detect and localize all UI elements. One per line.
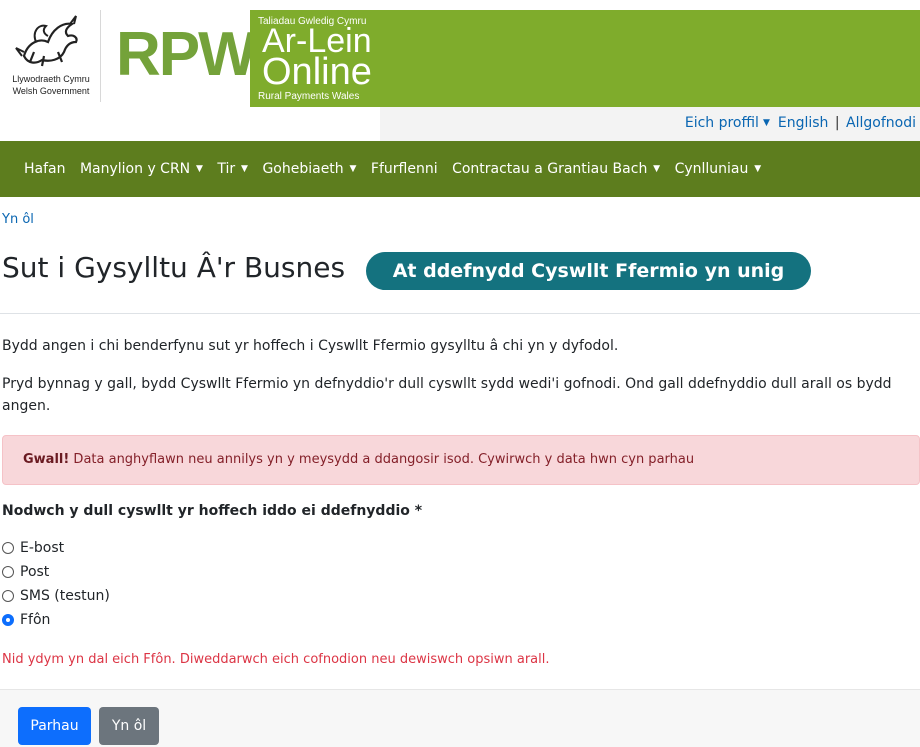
caret-down-icon: ▼ [650,164,661,174]
form-actions: Parhau Yn ôl [0,689,920,747]
english-language-link[interactable]: English [778,115,829,131]
caret-down-icon: ▼ [193,164,203,174]
caret-down-icon: ▼ [238,164,248,174]
nav-item-gohebiaeth[interactable]: Gohebiaeth ▼ [262,161,356,177]
continue-button[interactable]: Parhau [18,707,91,745]
header-divider [100,10,101,102]
gov-name-cy: Llywodraeth Cymru [12,74,90,84]
main-navigation: Hafan Manylion y CRN ▼ Tir ▼ Gohebiaeth … [0,141,920,197]
title-divider [0,313,920,314]
option-label: Post [20,564,50,580]
alert-title: Gwall! [23,452,70,467]
caret-down-icon: ▼ [346,164,357,174]
radio-button-selected[interactable] [2,614,14,626]
site-header: Llywodraeth Cymru Welsh Government RPW T… [0,0,920,107]
option-label: Ffôn [20,612,51,628]
welsh-dragon-icon [15,15,78,67]
info-paragraph: Pryd bynnag y gall, bydd Cyswllt Ffermio… [2,376,892,414]
alert-message: Gwall! Data anghyflawn neu annilys yn y … [23,452,694,467]
rpw-logo[interactable]: RPW [116,16,257,94]
nav-item-ffurflenni[interactable]: Ffurflenni [371,161,438,177]
gov-name-en: Welsh Government [12,86,90,96]
radio-button[interactable] [2,590,14,602]
option-phone[interactable]: Ffôn [2,612,50,628]
logout-link[interactable]: Allgofnodi [846,115,916,131]
option-label: E-bost [20,540,65,556]
nav-item-contractau-grantiau[interactable]: Contractau a Grantiau Bach ▼ [452,161,660,177]
contact-method-question: Nodwch y dull cyswllt yr hoffech iddo ei… [2,503,423,519]
option-sms[interactable]: SMS (testun) [2,588,110,604]
rpw-online-banner: Taliadau Gwledig Cymru Ar-Lein Online Ru… [250,10,920,107]
nav-item-hafan[interactable]: Hafan [24,161,66,177]
profile-menu-link[interactable]: Eich proffil [685,115,759,131]
alert-body: Data anghyflawn neu annilys yn y meysydd… [69,452,695,467]
banner-title-en: Online [262,51,372,93]
farming-connect-only-badge: At ddefnydd Cyswllt Ffermio yn unig [366,252,811,290]
intro-paragraph: Bydd angen i chi benderfynu sut yr hoffe… [2,338,619,354]
page-title: Sut i Gysylltu Â'r Busnes [2,251,346,284]
option-label: SMS (testun) [20,588,110,604]
user-links: Eich proffil ▼ English | Allgofnodi [685,115,916,131]
caret-down-icon: ▼ [751,164,762,174]
option-email[interactable]: E-bost [2,540,64,556]
option-post[interactable]: Post [2,564,49,580]
back-link[interactable]: Yn ôl [2,212,34,227]
caret-down-icon: ▼ [762,118,770,128]
nav-items: Hafan Manylion y CRN ▼ Tir ▼ Gohebiaeth … [24,161,771,177]
nav-item-tir[interactable]: Tir ▼ [217,161,248,177]
radio-button[interactable] [2,542,14,554]
nav-item-cynlluniau[interactable]: Cynlluniau ▼ [675,161,762,177]
banner-tagline-bottom: Rural Payments Wales [258,91,360,102]
error-alert: Gwall! Data anghyflawn neu annilys yn y … [2,435,920,485]
top-links-bar: Eich proffil ▼ English | Allgofnodi [0,107,920,141]
nav-item-manylion-crn[interactable]: Manylion y CRN ▼ [80,161,203,177]
field-error-message: Nid ydym yn dal eich Ffôn. Diweddarwch e… [2,652,550,667]
welsh-government-logo[interactable]: Llywodraeth Cymru Welsh Government [0,0,100,107]
radio-button[interactable] [2,566,14,578]
link-separator: | [830,115,845,131]
back-button[interactable]: Yn ôl [99,707,159,745]
